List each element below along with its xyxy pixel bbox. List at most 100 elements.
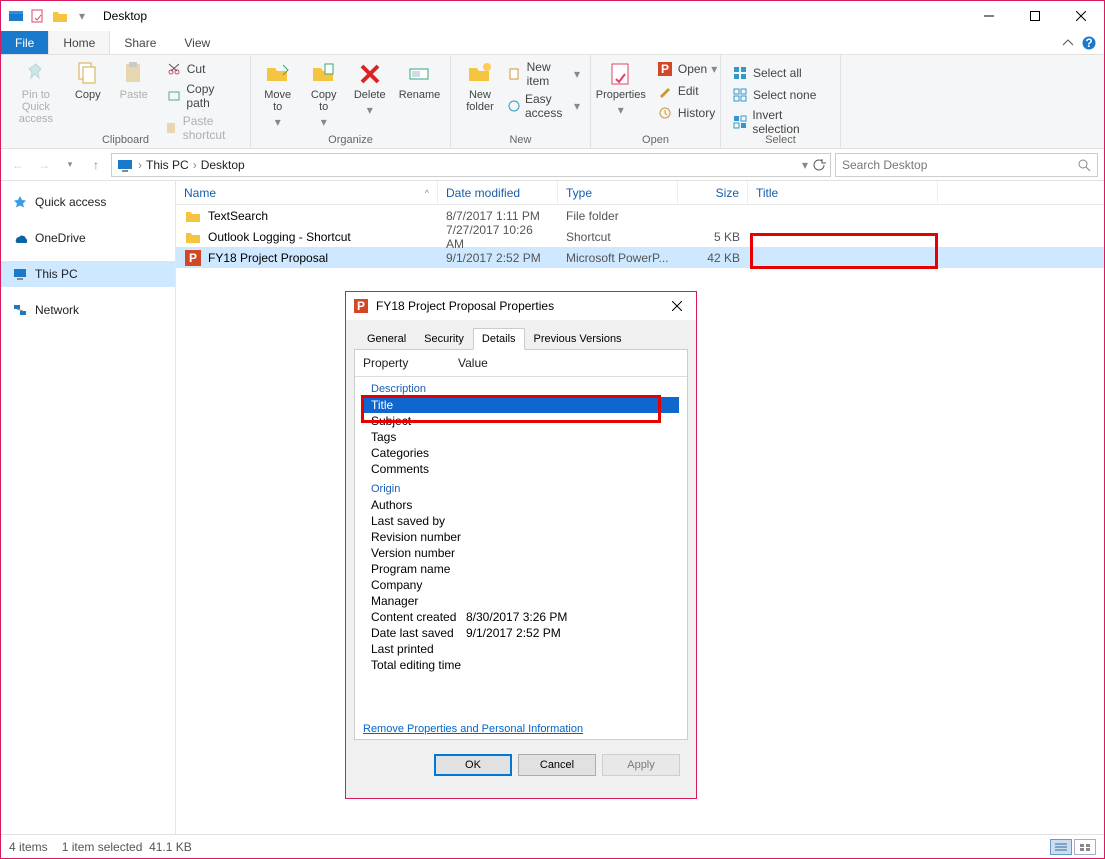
property-row[interactable]: Manager	[363, 593, 679, 609]
file-row[interactable]: Outlook Logging - Shortcut7/27/2017 10:2…	[176, 226, 1104, 247]
property-row[interactable]: Last saved by	[363, 513, 679, 529]
sidebar-item-onedrive[interactable]: OneDrive	[1, 225, 175, 251]
view-icons-button[interactable]	[1074, 839, 1096, 855]
property-value	[466, 658, 679, 672]
property-row[interactable]: Content created8/30/2017 3:26 PM	[363, 609, 679, 625]
nav-back-button[interactable]: ←	[7, 154, 29, 176]
sidebar-item-thispc[interactable]: This PC	[1, 261, 175, 287]
select-none-icon	[731, 86, 749, 104]
property-row[interactable]: Categories	[363, 445, 679, 461]
help-icon[interactable]: ?	[1082, 36, 1096, 50]
breadcrumb[interactable]: › This PC › Desktop ▾	[111, 153, 831, 177]
tab-view[interactable]: View	[170, 31, 224, 54]
property-row[interactable]: Total editing time	[363, 657, 679, 673]
view-details-button[interactable]	[1050, 839, 1072, 855]
copy-to-button[interactable]: Copy to▾	[303, 59, 345, 133]
cut-button[interactable]: Cut	[163, 59, 242, 79]
address-dropdown-icon[interactable]: ▾	[802, 158, 808, 172]
tab-details[interactable]: Details	[473, 328, 525, 350]
sidebar-item-quick-access[interactable]: Quick access	[1, 189, 175, 215]
property-row[interactable]: Tags	[363, 429, 679, 445]
close-button[interactable]	[1058, 1, 1104, 31]
new-folder-button[interactable]: New folder	[459, 59, 501, 115]
col-title[interactable]: Title	[748, 181, 938, 204]
col-size[interactable]: Size	[678, 181, 748, 204]
search-input[interactable]: Search Desktop	[835, 153, 1098, 177]
tab-previous-versions[interactable]: Previous Versions	[525, 328, 631, 350]
property-value	[466, 642, 679, 656]
refresh-icon[interactable]	[812, 158, 826, 172]
apply-button[interactable]: Apply	[602, 754, 680, 776]
sidebar-item-network[interactable]: Network	[1, 297, 175, 323]
svg-text:P: P	[357, 299, 365, 313]
property-row[interactable]: Comments	[363, 461, 679, 477]
property-key: Last printed	[371, 642, 466, 656]
property-row[interactable]: Subject	[363, 413, 679, 429]
svg-text:P: P	[661, 62, 669, 76]
property-row[interactable]: Last printed	[363, 641, 679, 657]
tab-general[interactable]: General	[358, 328, 415, 350]
property-key: Title	[371, 398, 466, 412]
crumb-desktop[interactable]: Desktop	[201, 158, 245, 172]
property-row[interactable]: Date last saved9/1/2017 2:52 PM	[363, 625, 679, 641]
property-key: Categories	[371, 446, 466, 460]
history-button[interactable]: History	[654, 103, 719, 123]
property-row[interactable]: Title	[363, 397, 679, 413]
property-row[interactable]: Program name	[363, 561, 679, 577]
invert-selection-button[interactable]: Invert selection	[729, 107, 832, 137]
column-headers: Name^ Date modified Type Size Title	[176, 181, 1104, 205]
nav-forward-button[interactable]: →	[33, 154, 55, 176]
nav-recent-button[interactable]: ▾	[59, 154, 81, 176]
qat-dropdown-icon[interactable]: ▾	[73, 7, 91, 25]
collapse-ribbon-icon[interactable]	[1062, 37, 1074, 49]
section-description: Description	[371, 383, 679, 395]
property-row[interactable]: Authors	[363, 497, 679, 513]
ok-button[interactable]: OK	[434, 754, 512, 776]
col-date[interactable]: Date modified	[438, 181, 558, 204]
file-row[interactable]: TextSearch8/7/2017 1:11 PMFile folder	[176, 205, 1104, 226]
move-to-button[interactable]: Move to▾	[257, 59, 299, 133]
property-row[interactable]: Version number	[363, 545, 679, 561]
section-origin: Origin	[371, 483, 679, 495]
invert-selection-icon	[731, 113, 748, 131]
copy-button[interactable]: Copy	[67, 59, 109, 103]
property-row[interactable]: Company	[363, 577, 679, 593]
col-name[interactable]: Name^	[176, 181, 438, 204]
status-bar: 4 items 1 item selected 41.1 KB	[1, 834, 1104, 858]
pin-to-quick-access-button[interactable]: Pin to Quick access	[9, 59, 63, 127]
maximize-button[interactable]	[1012, 1, 1058, 31]
delete-button[interactable]: Delete▾	[349, 59, 391, 133]
file-row[interactable]: PFY18 Project Proposal9/1/2017 2:52 PMMi…	[176, 247, 1104, 268]
qat-newfolder-icon[interactable]	[51, 7, 69, 25]
select-none-button[interactable]: Select none	[729, 85, 832, 105]
properties-button[interactable]: Properties▾	[592, 59, 650, 119]
property-value	[466, 398, 679, 412]
paste-button[interactable]: Paste	[113, 59, 155, 103]
group-clipboard: Pin to Quick access Copy Paste Cut	[1, 55, 251, 148]
select-all-button[interactable]: Select all	[729, 63, 832, 83]
crumb-thispc[interactable]: This PC	[146, 158, 189, 172]
remove-properties-link[interactable]: Remove Properties and Personal Informati…	[355, 719, 687, 739]
details-scroll[interactable]: Description TitleSubjectTagsCategoriesCo…	[355, 377, 687, 719]
view-buttons	[1050, 839, 1096, 855]
tab-home[interactable]: Home	[48, 31, 110, 54]
tab-security[interactable]: Security	[415, 328, 473, 350]
dialog-close-button[interactable]	[664, 295, 690, 317]
open-button[interactable]: P Open ▾	[654, 59, 719, 79]
edit-button[interactable]: Edit	[654, 81, 719, 101]
property-row[interactable]: Revision number	[363, 529, 679, 545]
minimize-button[interactable]	[966, 1, 1012, 31]
file-date: 7/27/2017 10:26 AM	[438, 223, 558, 251]
easy-access-button[interactable]: Easy access ▾	[505, 91, 582, 121]
copy-path-button[interactable]: Copy path	[163, 81, 242, 111]
tab-file[interactable]: File	[1, 31, 48, 54]
cancel-button[interactable]: Cancel	[518, 754, 596, 776]
property-value	[466, 514, 679, 528]
property-key: Subject	[371, 414, 466, 428]
nav-up-button[interactable]: ↑	[85, 154, 107, 176]
tab-share[interactable]: Share	[110, 31, 170, 54]
col-type[interactable]: Type	[558, 181, 678, 204]
qat-properties-icon[interactable]	[29, 7, 47, 25]
rename-button[interactable]: Rename	[395, 59, 445, 133]
new-item-button[interactable]: New item ▾	[505, 59, 582, 89]
